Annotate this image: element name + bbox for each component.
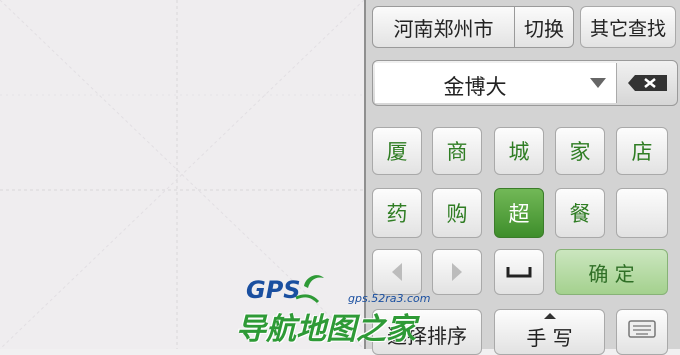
key-1-3[interactable]: 城 xyxy=(494,127,544,175)
keyboard-icon xyxy=(628,320,656,338)
key-1-1[interactable]: 厦 xyxy=(372,127,422,175)
map-grid xyxy=(0,0,364,349)
sort-button[interactable]: 选择排序 xyxy=(372,309,482,355)
search-keyboard-panel: 河南郑州市 切换 其它查找 金博大 厦 商 城 家 店 药 购 超 餐 确 定 … xyxy=(364,0,680,355)
caret-up-icon xyxy=(544,313,556,319)
other-search-button[interactable]: 其它查找 xyxy=(580,6,676,48)
handwrite-label: 手 写 xyxy=(526,326,573,350)
confirm-button[interactable]: 确 定 xyxy=(555,249,668,295)
key-1-2[interactable]: 商 xyxy=(432,127,482,175)
key-1-4[interactable]: 家 xyxy=(555,127,605,175)
arrow-left-icon xyxy=(392,263,402,281)
handwrite-button[interactable]: 手 写 xyxy=(494,309,605,355)
keyboard-toggle-button[interactable] xyxy=(616,309,668,355)
key-1-5[interactable]: 店 xyxy=(616,127,668,175)
key-2-3-selected[interactable]: 超 xyxy=(494,188,544,238)
city-selector[interactable]: 河南郑州市 切换 xyxy=(372,6,574,48)
switch-city-button[interactable]: 切换 xyxy=(514,7,573,47)
arrow-right-icon xyxy=(452,263,462,281)
key-2-2[interactable]: 购 xyxy=(432,188,482,238)
cursor-right-button[interactable] xyxy=(432,249,482,295)
search-input[interactable]: 金博大 xyxy=(375,63,617,103)
space-key[interactable] xyxy=(494,249,544,295)
search-input-row: 金博大 xyxy=(372,60,678,106)
key-2-4[interactable]: 餐 xyxy=(555,188,605,238)
backspace-button[interactable] xyxy=(625,67,671,99)
space-icon xyxy=(506,267,532,278)
key-2-1[interactable]: 药 xyxy=(372,188,422,238)
map-area[interactable] xyxy=(0,0,364,349)
dropdown-arrow-icon[interactable] xyxy=(590,78,606,88)
current-city-label: 河南郑州市 xyxy=(393,16,494,41)
cursor-left-button[interactable] xyxy=(372,249,422,295)
backspace-icon xyxy=(628,75,667,91)
key-2-5-empty[interactable] xyxy=(616,188,668,238)
search-input-text: 金博大 xyxy=(443,75,507,99)
